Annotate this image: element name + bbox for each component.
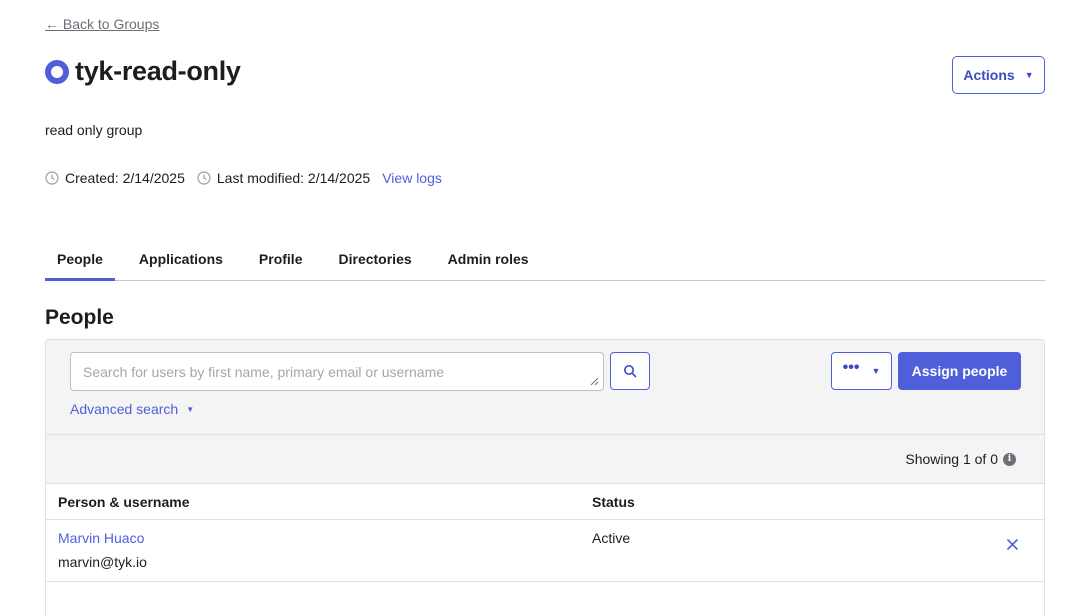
page-title: tyk-read-only <box>75 56 241 86</box>
more-options-button[interactable]: ••• ▼ <box>831 352 892 390</box>
advanced-search-toggle[interactable]: Advanced search ▼ <box>70 401 194 417</box>
people-table: Person & username Status Marvin Huaco ma… <box>46 483 1044 616</box>
more-dots-icon: ••• <box>842 359 860 376</box>
tab-admin-roles[interactable]: Admin roles <box>436 241 541 281</box>
table-header: Person & username Status <box>46 483 1044 520</box>
clock-icon <box>197 171 211 185</box>
group-icon <box>45 59 69 84</box>
search-button[interactable] <box>610 352 650 390</box>
search-icon <box>624 365 637 378</box>
modified-text: Last modified: 2/14/2025 <box>216 170 371 186</box>
table-row: Marvin Huaco marvin@tyk.io Active <box>46 520 1044 582</box>
showing-text: Showing 1 of 0 <box>905 451 998 467</box>
table-empty-area <box>46 582 1044 616</box>
tab-bar: People Applications Profile Directories … <box>45 241 1045 281</box>
info-icon[interactable]: i <box>1003 452 1016 466</box>
clock-icon <box>45 171 59 185</box>
search-placeholder: Search for users by first name, primary … <box>83 363 445 380</box>
actions-button[interactable]: Actions ▼ <box>952 56 1045 94</box>
modified-date: Last modified: 2/14/2025 <box>197 170 370 186</box>
person-status: Active <box>592 530 631 546</box>
actions-button-label: Actions <box>963 67 1015 83</box>
resize-grip-icon[interactable] <box>590 377 599 386</box>
close-icon <box>1006 538 1018 550</box>
showing-count: Showing 1 of 0 i <box>905 451 1016 467</box>
person-email: marvin@tyk.io <box>58 554 147 570</box>
search-input[interactable]: Search for users by first name, primary … <box>70 352 604 391</box>
section-title: People <box>45 306 114 329</box>
remove-person-button[interactable] <box>1004 536 1020 552</box>
results-summary-bar: Showing 1 of 0 i <box>46 434 1044 484</box>
created-text: Created: 2/14/2025 <box>65 170 185 186</box>
tab-directories[interactable]: Directories <box>327 241 424 281</box>
caret-down-icon: ▼ <box>1024 70 1034 80</box>
person-name-link[interactable]: Marvin Huaco <box>58 530 144 546</box>
tab-applications[interactable]: Applications <box>127 241 235 281</box>
meta-row: Created: 2/14/2025 Last modified: 2/14/2… <box>45 170 442 186</box>
assign-people-button[interactable]: Assign people <box>898 352 1021 390</box>
group-description: read only group <box>45 122 143 138</box>
created-date: Created: 2/14/2025 <box>45 170 185 186</box>
people-panel: Search for users by first name, primary … <box>45 339 1045 616</box>
page-header: tyk-read-only <box>45 56 241 87</box>
tab-people[interactable]: People <box>45 241 115 281</box>
column-header-status: Status <box>592 494 635 510</box>
back-to-groups-link[interactable]: ← Back to Groups <box>45 16 159 32</box>
caret-down-icon: ▼ <box>871 366 881 376</box>
advanced-search-label: Advanced search <box>70 401 179 417</box>
view-logs-link[interactable]: View logs <box>382 170 442 186</box>
tab-profile[interactable]: Profile <box>247 241 315 281</box>
column-header-person: Person & username <box>58 494 190 510</box>
caret-down-icon: ▼ <box>186 404 195 414</box>
